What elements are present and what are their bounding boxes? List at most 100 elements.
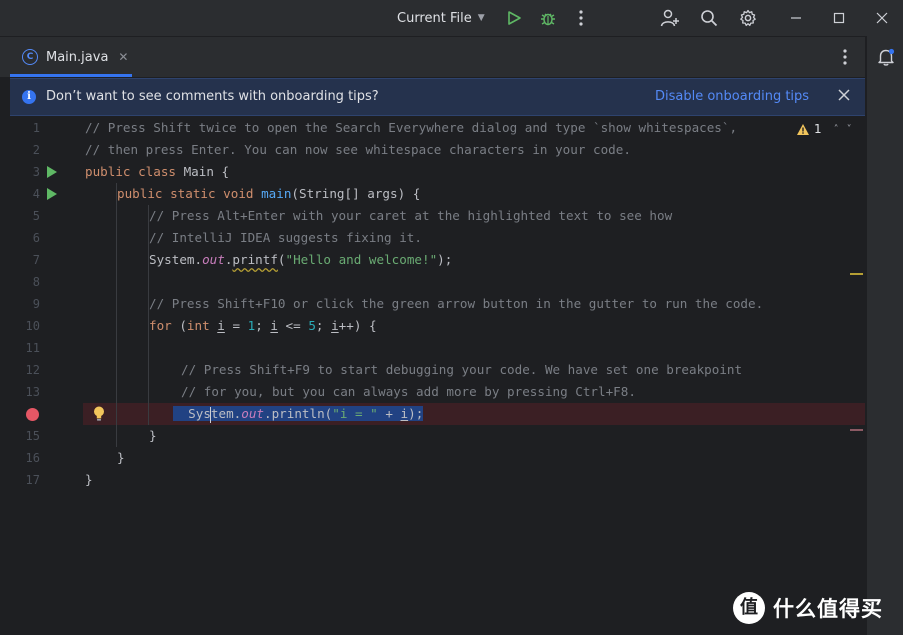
- title-bar: Current File ▼: [0, 0, 903, 37]
- chevron-up-down-icon[interactable]: ˄˅: [834, 124, 860, 135]
- banner-message: Don’t want to see comments with onboardi…: [46, 89, 379, 104]
- lightbulb-icon[interactable]: [92, 405, 106, 423]
- keyword: public static void: [117, 186, 254, 201]
- code-line-17: }: [85, 469, 865, 491]
- line-number: 3: [32, 165, 40, 179]
- line-number: 13: [25, 385, 40, 399]
- run-configuration-dropdown[interactable]: Current File ▼: [389, 0, 493, 36]
- keyword: for: [149, 318, 172, 333]
- line-number: 15: [25, 429, 40, 443]
- code-line-14: System.out.println("i = " + i);: [173, 403, 903, 425]
- parameters: (String[] args) {: [291, 186, 421, 201]
- indent-guide: [148, 337, 149, 425]
- code-line-4: public static void main(String[] args) {: [117, 183, 897, 205]
- static-field: out: [241, 406, 265, 421]
- breakpoint-icon[interactable]: [26, 408, 39, 421]
- keyword: public class: [85, 164, 176, 179]
- variable: i: [331, 318, 339, 333]
- code-token: (: [277, 252, 286, 267]
- code-line-2: // then press Enter. You can now see whi…: [85, 139, 865, 161]
- number-literal: 5: [308, 318, 316, 333]
- method-name: main: [261, 186, 292, 201]
- printf-warning-highlight[interactable]: printf: [232, 252, 278, 267]
- tab-main-java[interactable]: C Main.java ✕: [10, 37, 132, 77]
- run-main-gutter-icon[interactable]: [47, 188, 57, 200]
- keyword: int: [186, 318, 210, 333]
- code-token: System.: [149, 252, 203, 267]
- debug-icon[interactable]: [536, 6, 560, 30]
- static-field: out: [202, 252, 225, 267]
- comment: // Press Shift+F10 or click the green ar…: [149, 296, 764, 311]
- closing-brace: }: [149, 428, 157, 443]
- code-line-12: // Press Shift+F9 to start debugging you…: [181, 359, 903, 381]
- comment: // then press Enter. You can now see whi…: [85, 142, 631, 157]
- run-configuration-label: Current File: [397, 10, 472, 26]
- comment: // Press Alt+Enter with your caret at th…: [149, 208, 673, 223]
- comment: // for you, but you can always add more …: [181, 384, 636, 399]
- active-tab-indicator: [10, 74, 132, 77]
- line-number: 2: [32, 143, 40, 157]
- line-number: 8: [32, 275, 40, 289]
- maximize-icon[interactable]: [827, 6, 851, 30]
- code-token: =: [224, 318, 248, 333]
- run-class-gutter-icon[interactable]: [47, 166, 57, 178]
- breakpoint-stripe-marker[interactable]: [850, 429, 863, 431]
- minimize-icon[interactable]: [784, 6, 808, 30]
- code-token: tem.: [210, 406, 242, 421]
- warning-icon: [797, 123, 809, 135]
- code-line-3: public class Main {: [85, 161, 865, 183]
- tab-close-icon[interactable]: ✕: [118, 50, 128, 64]
- banner-close-icon[interactable]: [836, 87, 852, 103]
- code-line-15: }: [149, 425, 903, 447]
- java-class-icon: C: [22, 49, 38, 65]
- watermark-badge: 值: [733, 592, 765, 624]
- code-line-9: // Press Shift+F10 or click the green ar…: [149, 293, 903, 315]
- variable: i: [270, 318, 278, 333]
- line-number: 11: [25, 341, 40, 355]
- code-line-7: System.out.printf("Hello and welcome!");: [149, 249, 903, 271]
- close-icon[interactable]: [870, 6, 894, 30]
- code-line-13: // for you, but you can always add more …: [181, 381, 903, 403]
- more-vertical-icon[interactable]: [569, 6, 593, 30]
- settings-icon[interactable]: [736, 6, 760, 30]
- chevron-down-icon: ▼: [477, 13, 485, 23]
- disable-onboarding-tips-link[interactable]: Disable onboarding tips: [655, 89, 809, 104]
- closing-brace: }: [117, 450, 125, 465]
- code-line-10: for (int i = 1; i <= 5; i++) {: [149, 315, 903, 337]
- info-icon: i: [22, 90, 36, 104]
- line-number: 10: [25, 319, 40, 333]
- closing-brace: }: [85, 472, 93, 487]
- variable: i: [400, 406, 409, 421]
- site-watermark: 值 什么值得买: [733, 589, 883, 627]
- code-token: ;: [315, 318, 332, 333]
- search-icon[interactable]: [697, 6, 721, 30]
- code-token: ;: [255, 318, 271, 333]
- code-token: Sys: [188, 406, 211, 421]
- tab-actions-more-icon[interactable]: [836, 46, 854, 68]
- tab-label: Main.java: [46, 49, 109, 65]
- warning-stripe-marker[interactable]: [850, 273, 863, 275]
- add-user-icon[interactable]: [658, 6, 682, 30]
- line-number: 16: [25, 451, 40, 465]
- comment: // Press Shift twice to open the Search …: [85, 120, 738, 135]
- notifications-icon[interactable]: [876, 47, 896, 67]
- run-icon[interactable]: [502, 6, 526, 30]
- code-line-6: // IntelliJ IDEA suggests fixing it.: [149, 227, 903, 249]
- code-line-1: // Press Shift twice to open the Search …: [85, 117, 865, 139]
- watermark-text: 什么值得买: [773, 597, 883, 621]
- comment: // IntelliJ IDEA suggests fixing it.: [149, 230, 422, 245]
- comment: // Press Shift+F9 to start debugging you…: [181, 362, 743, 377]
- warning-count: 1: [814, 122, 822, 136]
- code-token: +: [377, 406, 401, 421]
- line-number: 9: [32, 297, 40, 311]
- code-token: .println(: [264, 406, 333, 421]
- code-editor[interactable]: 1 2 3 4 5 6 7 8 9 10 11 12 13 15 16 17 /…: [10, 117, 865, 635]
- string-literal: "Hello and welcome!": [285, 252, 438, 267]
- class-name: Main {: [176, 164, 230, 179]
- inspection-widget[interactable]: 1 ˄˅: [796, 122, 860, 136]
- code-line-16: }: [117, 447, 897, 469]
- code-token: <=: [277, 318, 309, 333]
- code-token: ++) {: [338, 318, 377, 333]
- string-literal: "i = ": [332, 406, 378, 421]
- line-number: 7: [32, 253, 40, 267]
